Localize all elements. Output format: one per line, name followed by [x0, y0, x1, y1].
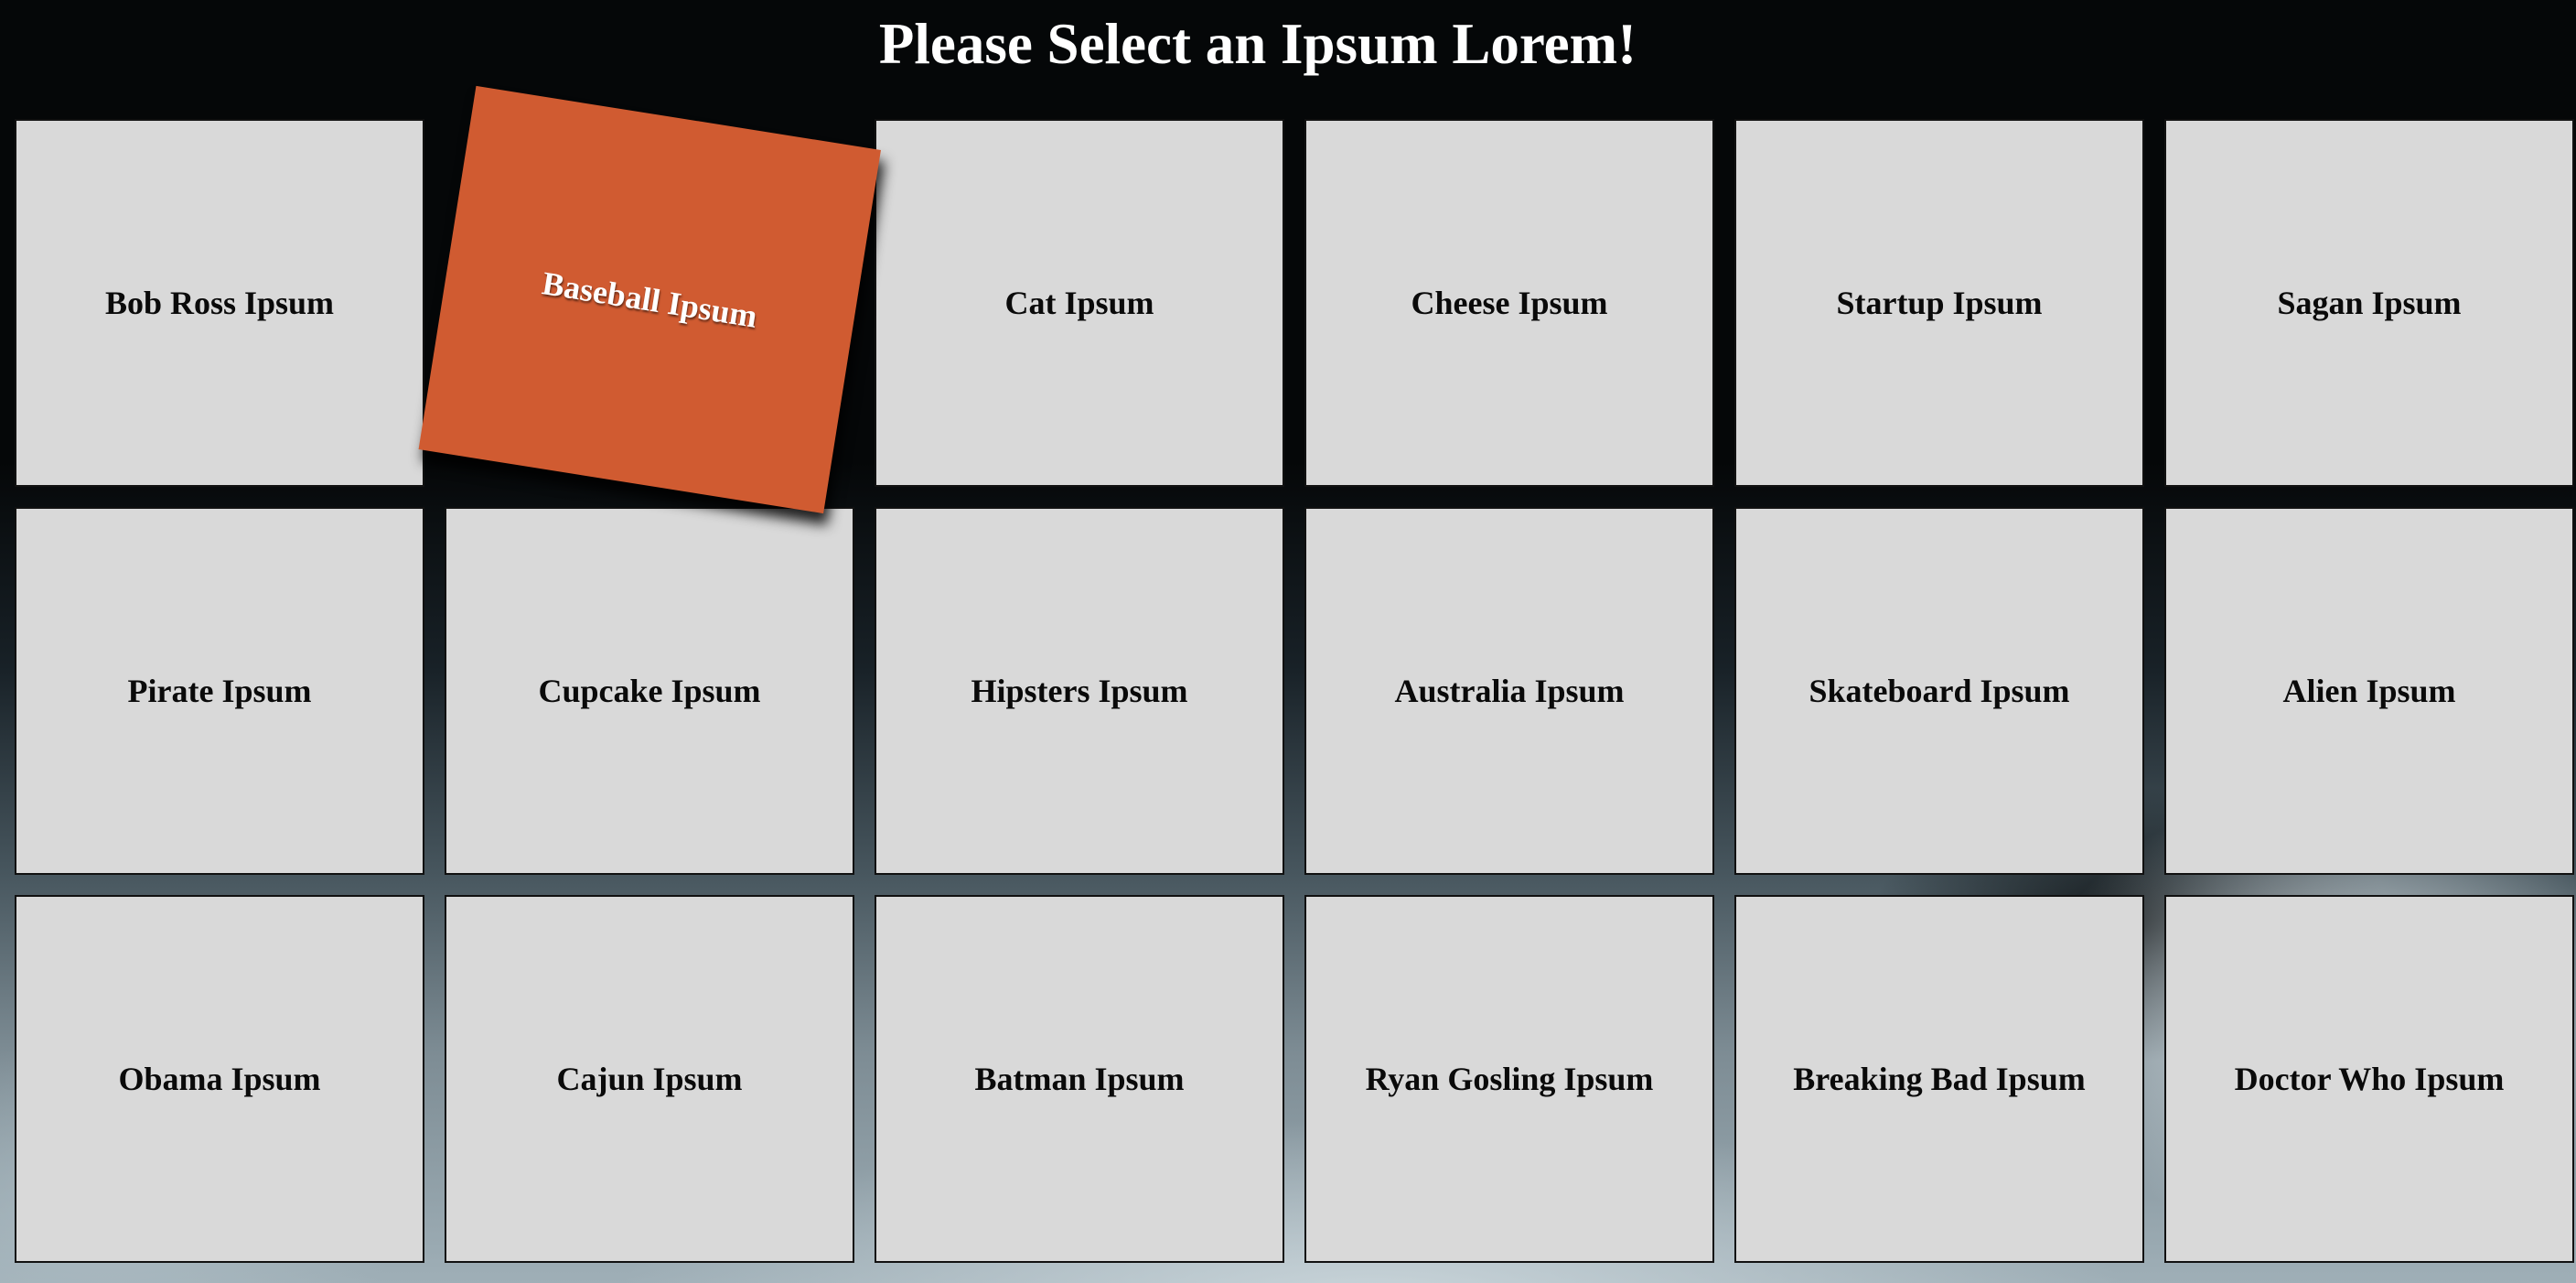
tile-skateboard-ipsum[interactable]: Skateboard Ipsum	[1734, 507, 2144, 875]
tile-label: Cupcake Ipsum	[538, 673, 761, 709]
tile-label: Bob Ross Ipsum	[104, 285, 335, 321]
tile-australia-ipsum[interactable]: Australia Ipsum	[1304, 507, 1714, 875]
tile-label: Sagan Ipsum	[2277, 285, 2462, 321]
tile-cajun-ipsum[interactable]: Cajun Ipsum	[445, 895, 854, 1263]
tile-cat-ipsum[interactable]: Cat Ipsum	[875, 119, 1284, 487]
page-title: Please Select an Ipsum Lorem!	[878, 12, 1637, 76]
tile-label: Cajun Ipsum	[556, 1061, 743, 1097]
tile-label: Obama Ipsum	[118, 1061, 321, 1097]
tile-batman-ipsum[interactable]: Batman Ipsum	[875, 895, 1284, 1263]
tile-label: Pirate Ipsum	[127, 673, 312, 709]
tile-ryan-gosling-ipsum[interactable]: Ryan Gosling Ipsum	[1304, 895, 1714, 1263]
tile-sagan-ipsum[interactable]: Sagan Ipsum	[2164, 119, 2574, 487]
tile-label: Cat Ipsum	[1004, 285, 1154, 321]
tile-label: Doctor Who Ipsum	[2234, 1061, 2505, 1097]
tile-cupcake-ipsum[interactable]: Cupcake Ipsum	[445, 507, 854, 875]
tile-startup-ipsum[interactable]: Startup Ipsum	[1734, 119, 2144, 487]
tile-doctor-who-ipsum[interactable]: Doctor Who Ipsum	[2164, 895, 2574, 1263]
tile-label: Breaking Bad Ipsum	[1793, 1061, 2086, 1097]
tile-label: Startup Ipsum	[1836, 285, 2043, 321]
tile-label: Skateboard Ipsum	[1809, 673, 2070, 709]
tile-baseball-ipsum[interactable]: Baseball Ipsum	[418, 85, 881, 514]
tile-label: Ryan Gosling Ipsum	[1365, 1061, 1654, 1097]
tile-label: Baseball Ipsum	[540, 264, 760, 335]
tile-pirate-ipsum[interactable]: Pirate Ipsum	[15, 507, 424, 875]
tile-hipsters-ipsum[interactable]: Hipsters Ipsum	[875, 507, 1284, 875]
ipsum-grid: Bob Ross Ipsum Baseball Ipsum Cat Ipsum …	[15, 85, 2576, 1263]
tile-label: Batman Ipsum	[974, 1061, 1185, 1097]
tile-breaking-bad-ipsum[interactable]: Breaking Bad Ipsum	[1734, 895, 2144, 1263]
tile-label: Cheese Ipsum	[1411, 285, 1608, 321]
tile-cheese-ipsum[interactable]: Cheese Ipsum	[1304, 119, 1714, 487]
tile-alien-ipsum[interactable]: Alien Ipsum	[2164, 507, 2574, 875]
header-bar: Please Select an Ipsum Lorem!	[0, 0, 2576, 88]
tile-label: Alien Ipsum	[2282, 673, 2456, 709]
tile-obama-ipsum[interactable]: Obama Ipsum	[15, 895, 424, 1263]
tile-bob-ross-ipsum[interactable]: Bob Ross Ipsum	[15, 119, 424, 487]
tile-label: Hipsters Ipsum	[971, 673, 1188, 709]
tile-label: Australia Ipsum	[1394, 673, 1625, 709]
